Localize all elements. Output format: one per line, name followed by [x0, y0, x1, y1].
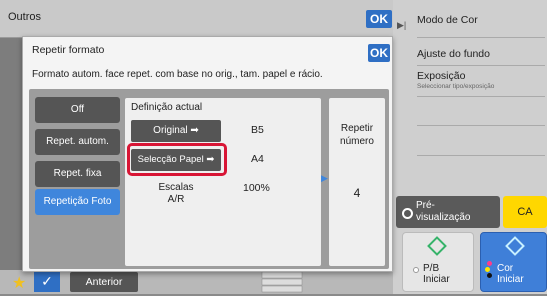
arrow-right-icon: ▶	[321, 173, 328, 183]
mode-fixed-repeat-button[interactable]: Repet. fixa	[35, 161, 120, 187]
original-button[interactable]: Original ➡	[131, 120, 221, 142]
magenta-dot-icon	[487, 261, 492, 266]
arrow-right-icon: ➡	[206, 154, 215, 165]
preview-icon	[402, 208, 413, 219]
rp-item-label: Modo de Cor	[417, 14, 478, 26]
bw-dot-icon	[413, 267, 419, 273]
ok-button[interactable]: OK	[366, 10, 392, 28]
top-bar-title: Outros	[8, 11, 42, 23]
start-color-button[interactable]: Cor Iniciar	[480, 232, 547, 292]
check-icon[interactable]: ✓	[34, 271, 60, 292]
repeat-layout-dialog: Repetir formato OK Formato autom. face r…	[22, 36, 393, 272]
ca-button[interactable]: CA	[503, 196, 547, 228]
original-value: B5	[251, 124, 264, 136]
mode-auto-repeat-button[interactable]: Repet. autom.	[35, 129, 120, 155]
dialog-description: Formato autom. face repet. com base no o…	[32, 69, 323, 80]
start-bw-button[interactable]: P/B Iniciar	[402, 232, 474, 292]
settings-title: Definição actual	[131, 102, 203, 113]
mode-photo-repeat-button[interactable]: Repetição Foto	[35, 189, 120, 215]
paper-select-button[interactable]: Selecção Papel ➡	[131, 149, 221, 171]
repeat-number-panel[interactable]: Repetir número 4	[329, 98, 385, 266]
scale-value: 100%	[243, 182, 270, 194]
rp-item-label: Ajuste do fundo	[417, 48, 490, 60]
rp-item-color-mode[interactable]: Modo de Cor	[417, 10, 545, 38]
paper-value: A4	[251, 153, 264, 165]
scale-label: Escalas A/R	[158, 182, 194, 205]
mode-off-button[interactable]: Off	[35, 97, 120, 123]
dialog-title: Repetir formato	[32, 44, 105, 56]
star-icon[interactable]: ★	[12, 273, 26, 293]
rp-item-label: Exposição	[417, 70, 466, 82]
black-dot-icon	[487, 273, 492, 278]
yellow-dot-icon	[485, 267, 490, 272]
paper-select-label: Selecção Papel	[137, 154, 204, 165]
rp-item-exposure[interactable]: Exposição Seleccionar tipo/exposição	[417, 67, 545, 97]
preview-button[interactable]: Pré- visualização	[396, 196, 500, 228]
repeat-value: 4	[353, 186, 361, 200]
start-bw-label: P/B Iniciar	[423, 263, 450, 285]
repeat-label: Repetir número	[340, 123, 374, 147]
current-settings-panel: Definição actual Original ➡ B5 Selecção …	[125, 98, 321, 266]
start-icon	[505, 236, 525, 256]
dialog-body: Off Repet. autom. Repet. fixa Repetição …	[29, 89, 389, 269]
paper-tray-icon	[258, 270, 306, 294]
original-label: Original	[153, 125, 188, 136]
start-icon	[427, 236, 447, 256]
arrow-right-icon: ➡	[190, 125, 199, 136]
rp-item-empty[interactable]	[417, 128, 545, 156]
preview-label: Pré- visualização	[416, 200, 471, 223]
back-button[interactable]: Anterior	[70, 272, 138, 292]
expand-arrow-icon[interactable]: ▶|	[397, 20, 406, 31]
dialog-ok-button[interactable]: OK	[368, 44, 390, 62]
rp-item-empty[interactable]	[417, 98, 545, 126]
start-color-label: Cor Iniciar	[497, 263, 524, 285]
bottom-bar: ★ ✓ Anterior	[0, 270, 393, 294]
rp-item-sub: Seleccionar tipo/exposição	[417, 83, 495, 90]
top-bar: Outros OK	[0, 0, 393, 38]
rp-item-background-adjust[interactable]: Ajuste do fundo	[417, 40, 545, 66]
